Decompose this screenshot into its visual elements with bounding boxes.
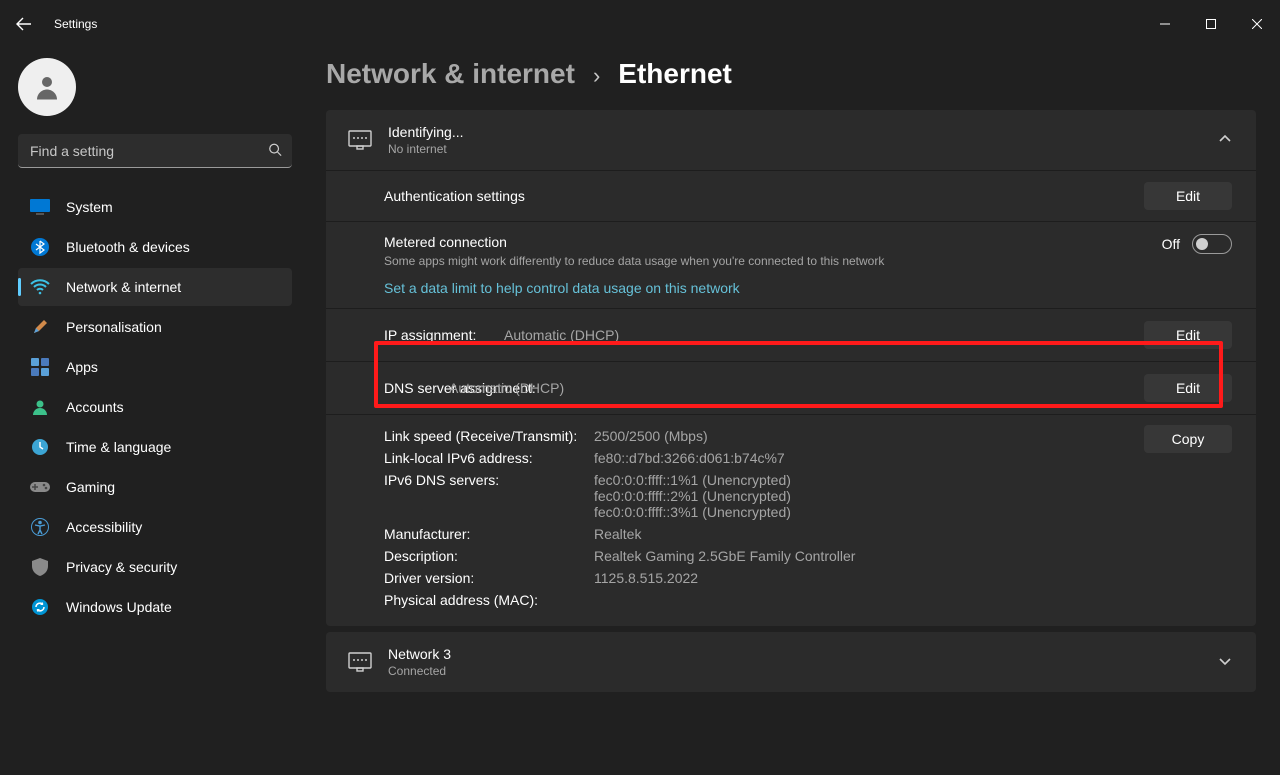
sidebar-item-network[interactable]: Network & internet [18,268,292,306]
ip-assignment-label: IP assignment: [384,327,476,343]
search-input[interactable] [18,134,292,167]
update-icon [30,597,50,617]
network3-header[interactable]: Network 3 Connected [326,632,1256,692]
person-icon [32,72,62,102]
sidebar-item-time[interactable]: Time & language [18,428,292,466]
minimize-button[interactable] [1142,8,1188,40]
dns-server-value: fec0:0:0:ffff::3%1 (Unencrypted) [594,504,791,520]
link-speed-label: Link speed (Receive/Transmit): [384,428,594,444]
avatar[interactable] [18,58,76,116]
link-local-label: Link-local IPv6 address: [384,450,594,466]
adapter-subtitle: No internet [388,142,464,156]
titlebar: Settings [0,0,1280,48]
breadcrumb-parent[interactable]: Network & internet [326,58,575,90]
sidebar-item-label: Apps [66,359,98,375]
network3-card: Network 3 Connected [326,632,1256,692]
link-local-value: fe80::d7bd:3266:d061:b74c%7 [594,450,785,466]
dns-assignment-edit-button[interactable]: Edit [1144,374,1232,402]
sidebar-item-label: System [66,199,113,215]
sidebar-item-update[interactable]: Windows Update [18,588,292,626]
metered-toggle[interactable] [1192,234,1232,254]
ethernet-card: Identifying... No internet Authenticatio… [326,110,1256,626]
ethernet-icon [346,126,374,154]
ip-assignment-row: IP assignment: Automatic (DHCP) Edit [326,309,1256,361]
sidebar-item-bluetooth[interactable]: Bluetooth & devices [18,228,292,266]
window-title: Settings [54,17,97,31]
search-icon [268,142,282,159]
dns-server-value: fec0:0:0:ffff::1%1 (Unencrypted) [594,472,791,488]
metered-description: Some apps might work differently to redu… [384,254,1162,268]
ip-assignment-edit-button[interactable]: Edit [1144,321,1232,349]
shield-icon [30,557,50,577]
sidebar-item-privacy[interactable]: Privacy & security [18,548,292,586]
sidebar-item-label: Privacy & security [66,559,177,575]
sidebar-item-label: Time & language [66,439,171,455]
copy-button[interactable]: Copy [1144,425,1232,453]
accessibility-icon [30,517,50,537]
page-title: Ethernet [618,58,732,90]
dns-servers-label: IPv6 DNS servers: [384,472,594,520]
network3-subtitle: Connected [388,664,451,678]
close-button[interactable] [1234,8,1280,40]
authentication-edit-button[interactable]: Edit [1144,182,1232,210]
sidebar-item-accessibility[interactable]: Accessibility [18,508,292,546]
breadcrumb: Network & internet › Ethernet [326,58,1256,90]
search-box[interactable] [18,134,292,168]
sidebar-item-label: Network & internet [66,279,181,295]
sidebar-item-accounts[interactable]: Accounts [18,388,292,426]
set-data-limit-link[interactable]: Set a data limit to help control data us… [384,280,740,296]
apps-icon [30,357,50,377]
maximize-button[interactable] [1188,8,1234,40]
authentication-label: Authentication settings [384,188,525,204]
link-speed-value: 2500/2500 (Mbps) [594,428,708,444]
chevron-down-icon [1218,654,1232,671]
dns-server-value: fec0:0:0:ffff::2%1 (Unencrypted) [594,488,791,504]
bluetooth-icon [30,237,50,257]
sidebar-item-apps[interactable]: Apps [18,348,292,386]
driver-label: Driver version: [384,570,594,586]
nav: System Bluetooth & devices Network & int… [18,188,292,626]
ip-assignment-value: Automatic (DHCP) [504,327,619,343]
sidebar-item-gaming[interactable]: Gaming [18,468,292,506]
paintbrush-icon [30,317,50,337]
dns-assignment-row: DNS server assignment: Automatic (DHCP) … [326,362,1256,414]
ethernet-icon [346,648,374,676]
window-controls [1142,8,1280,40]
content: Network & internet › Ethernet Identifyin… [310,48,1280,775]
wifi-icon [30,277,50,297]
sidebar-item-label: Windows Update [66,599,172,615]
sidebar: System Bluetooth & devices Network & int… [0,48,310,775]
chevron-up-icon [1218,132,1232,149]
metered-state-label: Off [1162,236,1180,252]
authentication-row: Authentication settings Edit [326,171,1256,221]
adapter-title: Identifying... [388,124,464,140]
sidebar-item-label: Accessibility [66,519,142,535]
ethernet-card-header[interactable]: Identifying... No internet [326,110,1256,170]
accounts-icon [30,397,50,417]
chevron-right-icon: › [593,63,600,89]
system-icon [30,197,50,217]
sidebar-item-label: Gaming [66,479,115,495]
sidebar-item-system[interactable]: System [18,188,292,226]
description-label: Description: [384,548,594,564]
driver-value: 1125.8.515.2022 [594,570,698,586]
sidebar-item-label: Bluetooth & devices [66,239,190,255]
sidebar-item-label: Personalisation [66,319,162,335]
description-value: Realtek Gaming 2.5GbE Family Controller [594,548,855,564]
network3-title: Network 3 [388,646,451,662]
back-button[interactable] [8,8,40,40]
manufacturer-label: Manufacturer: [384,526,594,542]
gaming-icon [30,477,50,497]
dns-assignment-value: Automatic (DHCP) [449,380,564,396]
metered-row: Metered connection Some apps might work … [326,222,1256,308]
sidebar-item-label: Accounts [66,399,124,415]
network-details: Copy Link speed (Receive/Transmit): 2500… [326,415,1256,626]
manufacturer-value: Realtek [594,526,641,542]
mac-label: Physical address (MAC): [384,592,594,608]
sidebar-item-personalisation[interactable]: Personalisation [18,308,292,346]
metered-label: Metered connection [384,234,1162,250]
clock-icon [30,437,50,457]
